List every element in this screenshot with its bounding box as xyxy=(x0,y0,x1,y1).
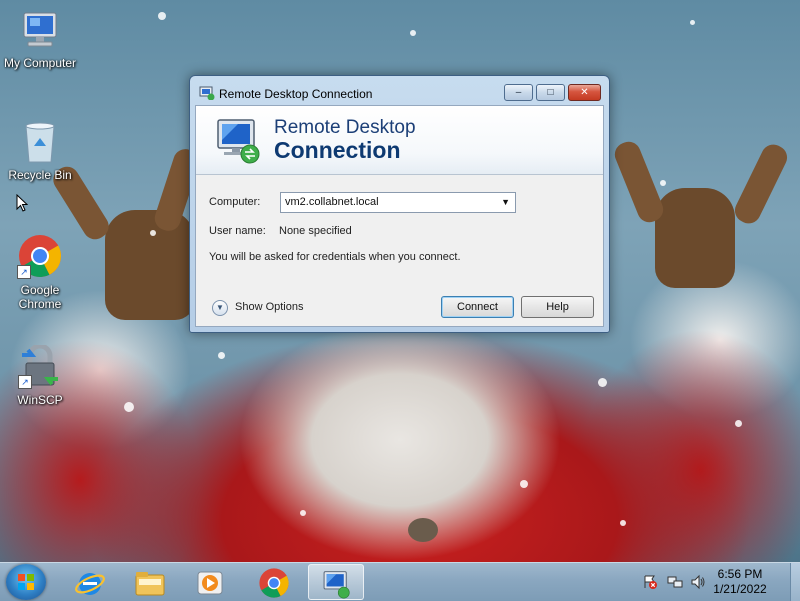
remote-desktop-icon xyxy=(199,86,215,100)
credentials-note: You will be asked for credentials when y… xyxy=(209,251,461,263)
clock-time: 6:56 PM xyxy=(717,567,763,581)
computer-value: vm2.collabnet.local xyxy=(285,196,379,208)
snowflake xyxy=(520,480,528,488)
shortcut-arrow-icon: ↗ xyxy=(18,375,32,389)
expand-options-icon[interactable]: ▼ xyxy=(212,300,228,316)
clock-date: 1/21/2022 xyxy=(713,582,767,596)
start-button[interactable] xyxy=(6,564,46,600)
desktop-icon-winscp[interactable]: ↗ WinSCP xyxy=(0,343,82,407)
snowflake xyxy=(300,510,306,516)
media-player-icon xyxy=(197,571,223,595)
remote-desktop-window: Remote Desktop Connection – □ ✕ Remote D… xyxy=(189,75,610,333)
window-title: Remote Desktop Connection xyxy=(219,87,373,101)
computer-label: Computer: xyxy=(209,196,261,208)
shortcut-arrow-icon: ↗ xyxy=(17,265,31,279)
desktop-icon-google-chrome[interactable]: ↗ Google Chrome xyxy=(0,233,82,311)
chrome-icon xyxy=(259,568,289,598)
internet-explorer-icon xyxy=(75,573,105,595)
maximize-button[interactable]: □ xyxy=(536,84,565,101)
santa-right-finger xyxy=(730,140,792,228)
snowflake xyxy=(218,352,225,359)
username-value: None specified xyxy=(279,225,352,237)
dialog-banner: Remote Desktop Connection xyxy=(196,106,603,175)
winscp-icon: ↗ xyxy=(18,343,62,389)
taskbar-clock[interactable]: 6:56 PM 1/21/2022 xyxy=(700,567,780,597)
recycle-bin-icon xyxy=(20,120,60,164)
snowflake xyxy=(158,12,166,20)
remote-desktop-icon xyxy=(323,571,350,599)
desktop-icon-label: Recycle Bin xyxy=(8,168,72,182)
action-center-icon[interactable] xyxy=(642,574,658,590)
close-button[interactable]: ✕ xyxy=(568,84,601,101)
taskbar-file-explorer[interactable] xyxy=(122,564,178,600)
minimize-button[interactable]: – xyxy=(504,84,533,101)
connect-button[interactable]: Connect xyxy=(441,296,514,318)
network-icon[interactable] xyxy=(667,574,683,590)
snowflake xyxy=(690,20,695,25)
dropdown-arrow-icon[interactable]: ▼ xyxy=(501,193,510,212)
taskbar-google-chrome[interactable] xyxy=(246,564,302,600)
desktop-icon-my-computer[interactable]: My Computer xyxy=(0,10,82,70)
snowflake xyxy=(150,230,156,236)
santa-right-finger xyxy=(611,138,667,226)
show-desktop-button[interactable] xyxy=(790,563,800,601)
taskbar: 6:56 PM 1/21/2022 xyxy=(0,562,800,601)
computer-combobox[interactable]: vm2.collabnet.local ▼ xyxy=(280,192,516,213)
snowflake xyxy=(410,30,416,36)
windows-logo-icon xyxy=(18,574,34,590)
banner-title-line1: Remote Desktop xyxy=(274,117,416,138)
chrome-icon: ↗ xyxy=(17,233,63,279)
dialog-client-area: Remote Desktop Connection Computer: vm2.… xyxy=(195,105,604,327)
mouse-cursor-icon xyxy=(16,194,28,212)
desktop-icon-label: WinSCP xyxy=(17,393,63,407)
desktop-icon-label: My Computer xyxy=(3,56,77,70)
snowflake xyxy=(598,378,607,387)
username-label: User name: xyxy=(209,225,266,237)
remote-desktop-logo-icon xyxy=(217,119,260,164)
taskbar-internet-explorer[interactable] xyxy=(62,564,118,600)
desktop-icon-label: Google Chrome xyxy=(18,283,62,311)
santa-right-glove xyxy=(655,188,735,288)
snowflake xyxy=(660,180,666,186)
computer-icon xyxy=(18,10,62,52)
snowflake xyxy=(124,402,134,412)
title-bar[interactable]: Remote Desktop Connection – □ ✕ xyxy=(190,76,609,106)
taskbar-remote-desktop[interactable] xyxy=(308,564,364,600)
snowflake xyxy=(735,420,742,427)
show-options-link[interactable]: Show Options xyxy=(235,301,303,313)
file-explorer-icon xyxy=(135,572,165,596)
banner-title-line2: Connection xyxy=(274,137,401,163)
coat-button xyxy=(408,518,438,542)
snowflake xyxy=(620,520,626,526)
help-button[interactable]: Help xyxy=(521,296,594,318)
santa-left-glove xyxy=(105,210,195,320)
desktop-icon-recycle-bin[interactable]: Recycle Bin xyxy=(0,120,82,182)
taskbar-media-player[interactable] xyxy=(182,564,238,600)
